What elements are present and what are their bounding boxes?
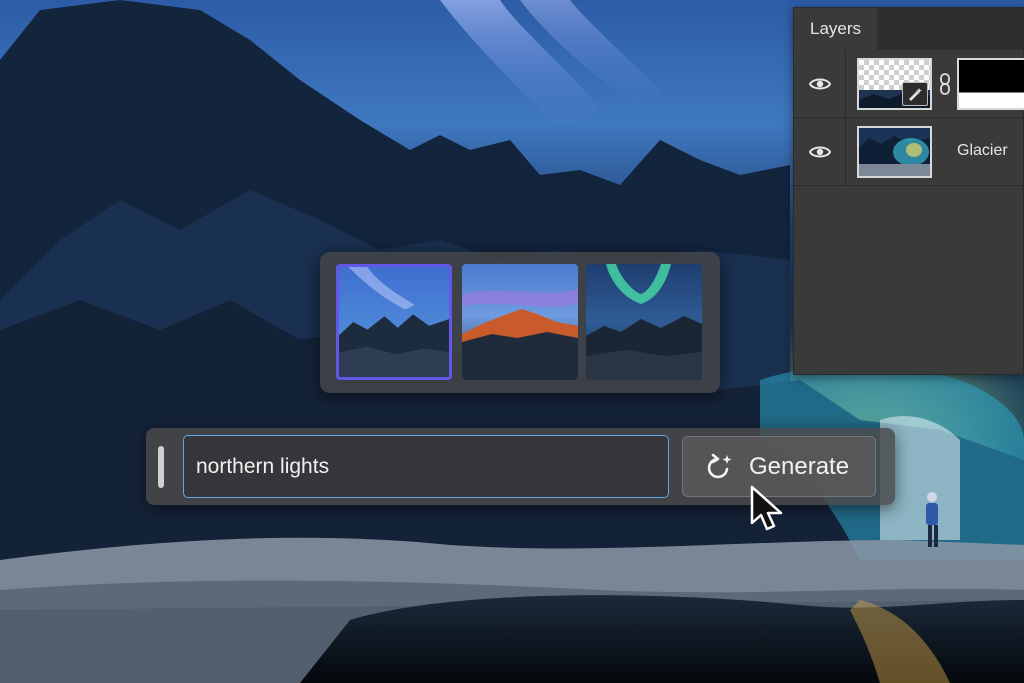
column-separator <box>845 118 846 185</box>
variation-image-sunset-peak <box>462 264 578 380</box>
generative-badge-icon <box>902 82 928 106</box>
layers-tabbar: Layers <box>794 8 1023 50</box>
mask-thumbnail[interactable] <box>957 58 1024 110</box>
tab-layers[interactable]: Layers <box>794 8 877 50</box>
layers-panel: Layers Glacier <box>793 7 1024 375</box>
generate-label: Generate <box>749 452 850 480</box>
drag-handle[interactable] <box>158 446 164 488</box>
variation-thumbnail[interactable] <box>336 264 452 380</box>
generate-refresh-sparkle-icon <box>707 453 732 478</box>
variation-thumbnail[interactable] <box>586 264 702 380</box>
variations-panel <box>320 252 720 393</box>
variation-thumbnail[interactable] <box>462 264 578 380</box>
link-icon[interactable] <box>938 72 952 96</box>
layer-name: Glacier <box>957 142 1008 159</box>
eye-icon[interactable] <box>808 72 832 96</box>
prompt-input[interactable] <box>183 435 669 498</box>
layer-thumbnail[interactable] <box>857 126 932 178</box>
layer-row-glacier[interactable]: Glacier <box>794 118 1024 186</box>
variation-image-green-aurora <box>586 264 702 380</box>
glacier-thumbnail-image <box>859 128 930 176</box>
variation-image-aurora-blue <box>339 267 449 377</box>
layer-row-generative[interactable] <box>794 50 1024 118</box>
column-separator <box>845 50 846 117</box>
eye-icon[interactable] <box>808 140 832 164</box>
layer-thumbnail[interactable] <box>857 58 932 110</box>
cursor-arrow-icon <box>750 485 783 531</box>
